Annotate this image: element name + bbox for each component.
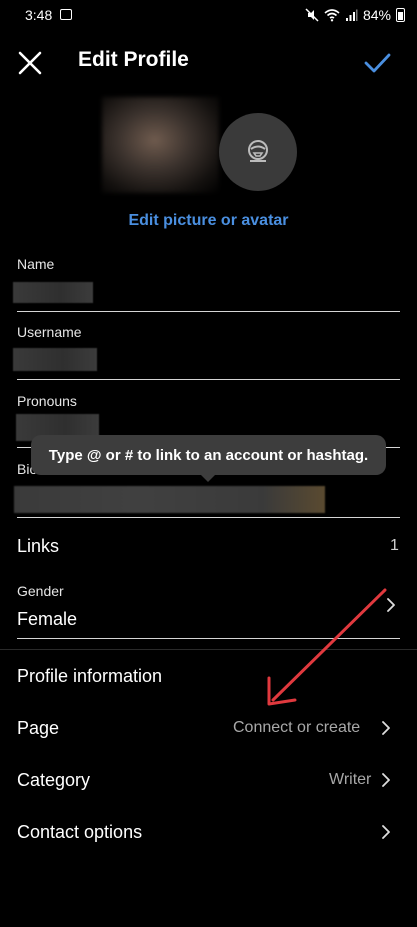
bio-input[interactable] [14,486,325,513]
close-icon [18,51,42,75]
bio-tooltip: Type @ or # to link to an account or has… [31,435,386,475]
contact-chevron-icon [382,825,390,839]
gender-label: Gender [17,583,64,599]
avatar-icon [248,140,268,162]
checkmark-icon [364,53,391,73]
bio-divider [17,517,400,518]
status-time: 3:48 [25,7,53,23]
avatar-button[interactable] [219,113,297,191]
links-row[interactable] [0,528,417,564]
page-label: Page [17,718,60,738]
links-label: Links [17,536,60,556]
name-input[interactable] [13,282,93,303]
name-label: Name [17,256,55,272]
battery-icon [396,8,405,22]
page-chevron-icon [382,721,390,735]
contact-options-label: Contact options [17,822,143,842]
battery-percent: 84% [362,7,391,23]
signal-icon [345,9,358,21]
username-label: Username [17,324,82,340]
gallery-notification-icon [60,9,72,20]
page-value: Connect or create [233,719,361,736]
category-chevron-icon [382,773,390,787]
pronouns-label: Pronouns [17,393,77,409]
name-divider [17,311,400,312]
save-button[interactable] [362,48,392,78]
gender-value[interactable]: Female [17,609,77,630]
username-divider [17,379,400,380]
tooltip-tail [200,474,216,482]
annotation-arrow [267,588,387,706]
status-indicators: 84% [305,7,405,23]
profile-information-heading: Profile information [17,666,163,686]
links-count: 1 [390,537,399,554]
edit-picture-link[interactable]: Edit picture or avatar [0,212,417,230]
wifi-icon [324,9,340,22]
category-value: Writer [329,771,372,788]
category-label: Category [17,770,91,790]
page-title: Edit Profile [78,48,189,71]
username-input[interactable] [13,348,97,371]
close-button[interactable] [15,48,45,78]
profile-photo[interactable] [102,97,219,193]
mute-icon [305,8,319,22]
